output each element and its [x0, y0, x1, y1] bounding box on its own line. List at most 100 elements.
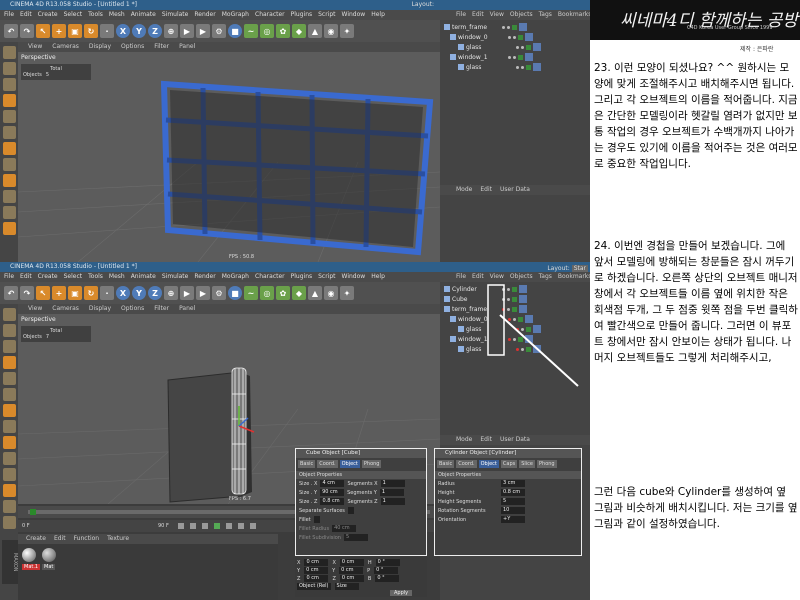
workplane-icon[interactable]	[2, 452, 16, 465]
menu-create[interactable]: Create	[38, 272, 58, 282]
tag-icon[interactable]	[533, 345, 541, 353]
viewport-menu-cameras[interactable]: Cameras	[52, 42, 79, 52]
viewport-menu-cameras[interactable]: Cameras	[52, 304, 79, 314]
object-row[interactable]: Cube	[444, 294, 586, 304]
tab-phong[interactable]: Phong	[361, 460, 382, 468]
editor-visibility-dot[interactable]	[516, 45, 519, 49]
viewport-menu-options[interactable]: Options	[121, 42, 144, 52]
property-field[interactable]: 3 cm	[501, 480, 525, 487]
material-preview[interactable]	[42, 548, 56, 562]
prev-frame-icon[interactable]	[202, 523, 208, 529]
menu-script[interactable]: Script	[318, 272, 335, 282]
live-select-icon[interactable]: ↖	[36, 24, 50, 38]
menu-simulate[interactable]: Simulate	[162, 10, 189, 20]
redo-icon[interactable]: ↷	[20, 286, 34, 300]
menu-render[interactable]: Render	[194, 272, 215, 282]
om-menu-objects[interactable]: Objects	[510, 272, 533, 282]
array-icon[interactable]: ✿	[276, 24, 290, 38]
enabled-check-icon[interactable]	[526, 64, 531, 70]
object-row[interactable]: term_frame	[444, 304, 586, 314]
property-field[interactable]: 5	[501, 498, 525, 505]
size-field[interactable]: 90 cm	[320, 489, 345, 496]
next-key-icon[interactable]	[238, 523, 244, 529]
render-visibility-dot[interactable]	[513, 55, 516, 59]
menu-mograph[interactable]: MoGraph	[222, 10, 249, 20]
points-mode-icon[interactable]	[2, 356, 16, 369]
scale-icon[interactable]: ▣	[68, 24, 82, 38]
timeline-playhead[interactable]	[30, 509, 36, 515]
om-menu-view[interactable]: View	[490, 10, 504, 20]
points-mode-icon[interactable]	[2, 94, 16, 107]
menu-mesh[interactable]: Mesh	[109, 272, 125, 282]
tag-icon[interactable]	[519, 295, 527, 303]
menu-file[interactable]: File	[4, 10, 14, 20]
texture-mode-icon[interactable]	[2, 78, 16, 91]
enabled-check-icon[interactable]	[526, 326, 531, 332]
polygons-mode-icon[interactable]	[2, 126, 16, 139]
coord-system-icon[interactable]: ⊕	[164, 286, 178, 300]
camera-icon[interactable]: ◉	[324, 286, 338, 300]
render-visibility-dot[interactable]	[507, 25, 510, 29]
object-name[interactable]: Cylinder	[452, 286, 500, 293]
render-visibility-dot[interactable]	[507, 297, 510, 301]
viewport[interactable]: Perspective Total Objects 5 FPS : 50.8	[18, 52, 440, 262]
size-field[interactable]: 0.8 cm	[320, 498, 345, 505]
menu-render[interactable]: Render	[194, 10, 215, 20]
enabled-check-icon[interactable]	[518, 54, 523, 60]
viewport-menu-display[interactable]: Display	[89, 42, 111, 52]
enabled-check-icon[interactable]	[512, 286, 517, 292]
menu-simulate[interactable]: Simulate	[162, 272, 189, 282]
z-axis-icon[interactable]: Z	[148, 24, 162, 38]
polygons-mode-icon[interactable]	[2, 388, 16, 401]
material-menu-edit[interactable]: Edit	[54, 534, 66, 544]
render-settings-icon[interactable]: ⚙	[212, 286, 226, 300]
z-axis-icon[interactable]: Z	[148, 286, 162, 300]
tab-caps[interactable]: Caps	[500, 460, 518, 468]
last-tool-icon[interactable]: ·	[100, 24, 114, 38]
editor-visibility-dot[interactable]	[508, 337, 511, 341]
enabled-check-icon[interactable]	[526, 44, 531, 50]
viewport-menu-display[interactable]: Display	[89, 304, 111, 314]
om-menu-tags[interactable]: Tags	[539, 10, 552, 20]
tab-coord[interactable]: Coord.	[456, 460, 477, 468]
render-view-icon[interactable]: ▶	[180, 286, 194, 300]
object-name[interactable]: term_frame	[452, 24, 500, 31]
tag-icon[interactable]	[525, 53, 533, 61]
segments-field[interactable]: 1	[380, 480, 405, 487]
object-row[interactable]: glass	[444, 62, 586, 72]
viewport-menu-filter[interactable]: Filter	[154, 304, 169, 314]
tab-slice[interactable]: Slice	[519, 460, 536, 468]
material-name[interactable]: Mat.1	[22, 564, 41, 570]
tag-icon[interactable]	[519, 305, 527, 313]
editor-visibility-dot[interactable]	[508, 317, 511, 321]
position-field[interactable]: 0 cm	[304, 567, 329, 574]
attr-menu-mode[interactable]: Mode	[456, 185, 472, 195]
snap-icon[interactable]	[2, 174, 16, 187]
tag-icon[interactable]	[533, 325, 541, 333]
tag-icon[interactable]	[525, 33, 533, 41]
om-menu-file[interactable]: File	[456, 272, 466, 282]
rotation-field[interactable]: 0 °	[375, 559, 400, 566]
object-name[interactable]: window_0	[458, 316, 506, 323]
menu-help[interactable]: Help	[371, 10, 385, 20]
menu-plugins[interactable]: Plugins	[291, 10, 313, 20]
attr-menu-edit[interactable]: Edit	[480, 185, 492, 195]
object-row[interactable]: term_frame	[444, 22, 586, 32]
rotation-field[interactable]: 0 °	[374, 567, 399, 574]
object-name[interactable]: Cube	[452, 296, 500, 303]
object-row[interactable]: Cylinder	[444, 284, 586, 294]
enabled-check-icon[interactable]	[512, 24, 517, 30]
menu-tools[interactable]: Tools	[88, 272, 103, 282]
editor-visibility-dot[interactable]	[516, 327, 519, 331]
rotation-field[interactable]: 0 °	[375, 575, 400, 582]
menu-script[interactable]: Script	[318, 10, 335, 20]
viewport-menu-view[interactable]: View	[28, 42, 42, 52]
editor-visibility-dot[interactable]	[516, 347, 519, 351]
om-menu-edit[interactable]: Edit	[472, 272, 484, 282]
menu-edit[interactable]: Edit	[20, 10, 32, 20]
coord-size-select[interactable]: Size	[334, 583, 359, 590]
tweak-mode-icon[interactable]	[2, 420, 16, 433]
array-icon[interactable]: ✿	[276, 286, 290, 300]
separate-surfaces-checkbox[interactable]	[347, 507, 354, 514]
object-row[interactable]: glass	[444, 344, 586, 354]
